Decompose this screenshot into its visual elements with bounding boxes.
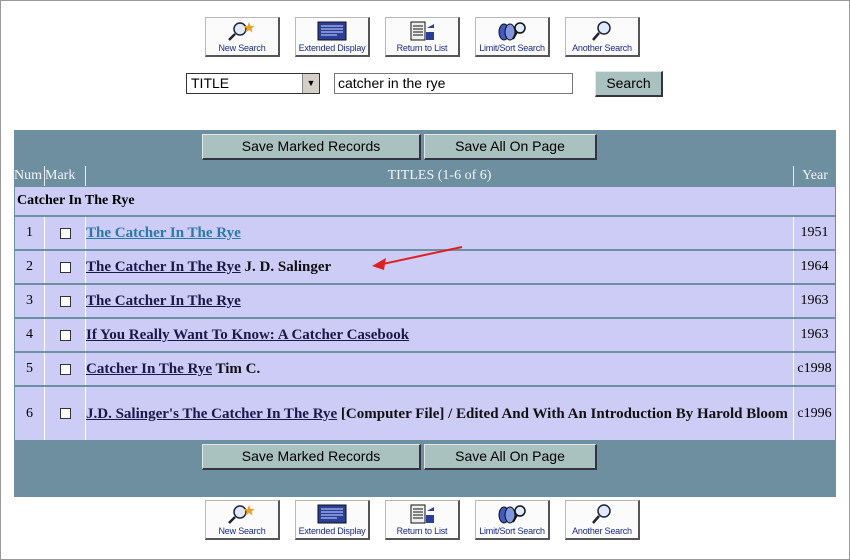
save-bar-bottom: Save Marked Records Save All On Page: [14, 442, 836, 472]
return-to-list-label: Return to List: [396, 526, 448, 536]
search-input[interactable]: catcher in the rye: [334, 73, 573, 94]
magnifier-sparkle-icon: [228, 505, 255, 524]
title-cell: The Catcher In The Rye J. D. Salinger: [86, 251, 793, 283]
display-icon: [317, 21, 347, 41]
save-marked-records-button[interactable]: Save Marked Records: [202, 134, 421, 160]
top-toolbar: New Search Extended Display Return to Li…: [205, 17, 645, 57]
row-number: 3: [26, 293, 33, 308]
magnifier-sparkle-icon: [228, 22, 255, 41]
new-search-button[interactable]: New Search: [205, 17, 280, 57]
row-number: 2: [26, 259, 33, 274]
list-icon: [410, 504, 434, 524]
title-link[interactable]: The Catcher In The Rye: [86, 293, 241, 309]
another-search-label: Another Search: [572, 43, 632, 53]
new-search-label: New Search: [218, 43, 266, 53]
magnifier-icon: [592, 21, 611, 41]
table-row: 6 J.D. Salinger's The Catcher In The Rye…: [15, 387, 835, 440]
mark-checkbox[interactable]: [59, 408, 71, 419]
title-link[interactable]: Catcher In The Rye: [86, 361, 212, 377]
return-to-list-button[interactable]: Return to List: [385, 500, 460, 540]
save-all-on-page-button[interactable]: Save All On Page: [424, 134, 597, 160]
mark-column-header: Mark: [45, 168, 76, 183]
new-search-button[interactable]: New Search: [205, 500, 280, 540]
bottom-toolbar: New Search Extended Display Return to Li…: [205, 500, 645, 540]
list-icon: [410, 21, 434, 41]
limit-sort-search-label: Limit/Sort Search: [479, 43, 545, 53]
mark-checkbox-cell: [45, 387, 85, 440]
group-heading: Catcher In The Rye: [15, 187, 835, 215]
display-icon: [317, 504, 347, 524]
year-cell: c1998: [797, 361, 832, 376]
another-search-label: Another Search: [572, 526, 632, 536]
year-cell: 1964: [800, 259, 829, 274]
search-field-value: TITLE: [191, 75, 230, 91]
new-search-label: New Search: [218, 526, 266, 536]
extended-display-button[interactable]: Extended Display: [295, 500, 370, 540]
limit-sort-search-label: Limit/Sort Search: [479, 526, 545, 536]
title-link[interactable]: If You Really Want To Know: A Catcher Ca…: [86, 327, 409, 343]
mark-checkbox-cell: [45, 251, 85, 283]
num-column-header: Num: [14, 168, 42, 183]
search-button[interactable]: Search: [595, 71, 663, 97]
mark-checkbox-cell: [45, 285, 85, 317]
title-cell: Catcher In The Rye Tim C.: [86, 353, 793, 385]
save-bar-top: Save Marked Records Save All On Page: [14, 132, 836, 162]
year-cell: 1963: [800, 293, 829, 308]
title-cell: The Catcher In The Rye: [86, 217, 793, 249]
mark-checkbox-cell: [45, 319, 85, 351]
year-cell: 1963: [800, 327, 829, 342]
magnifier-icon: [592, 504, 611, 524]
table-row: 3 The Catcher In The Rye 1963: [15, 285, 835, 317]
another-search-button[interactable]: Another Search: [565, 500, 640, 540]
row-number: 4: [26, 327, 33, 342]
limit-sort-icon: [498, 505, 526, 524]
save-all-on-page-button[interactable]: Save All On Page: [424, 444, 597, 470]
another-search-button[interactable]: Another Search: [565, 17, 640, 57]
title-cell: If You Really Want To Know: A Catcher Ca…: [86, 319, 793, 351]
table-row: 2 The Catcher In The Rye J. D. Salinger …: [15, 251, 835, 283]
table-row: 4 If You Really Want To Know: A Catcher …: [15, 319, 835, 351]
table-row: 5 Catcher In The Rye Tim C. c1998: [15, 353, 835, 385]
titles-column-header: TITLES (1-6 of 6): [387, 168, 492, 183]
extended-display-label: Extended Display: [298, 526, 366, 536]
title-cell: J.D. Salinger's The Catcher In The Rye […: [86, 387, 793, 440]
mark-checkbox[interactable]: [59, 295, 71, 307]
return-to-list-label: Return to List: [396, 43, 448, 53]
mark-checkbox[interactable]: [59, 329, 71, 341]
results-table: Save Marked Records Save All On Page Num…: [14, 130, 836, 497]
table-header: Num Mark TITLES (1-6 of 6) Year: [14, 166, 836, 186]
save-marked-records-button[interactable]: Save Marked Records: [202, 444, 421, 470]
limit-sort-search-button[interactable]: Limit/Sort Search: [475, 500, 550, 540]
title-link[interactable]: The Catcher In The Rye: [86, 225, 241, 241]
search-field-select[interactable]: TITLE ▼: [186, 73, 320, 94]
title-link[interactable]: J.D. Salinger's The Catcher In The Rye: [86, 406, 337, 422]
title-cell: The Catcher In The Rye: [86, 285, 793, 317]
mark-checkbox[interactable]: [59, 363, 71, 375]
mark-checkbox-cell: [45, 353, 85, 385]
title-extra: Tim C.: [212, 361, 261, 377]
year-column-header: Year: [802, 168, 828, 183]
year-cell: 1951: [800, 225, 829, 240]
mark-checkbox[interactable]: [59, 227, 71, 239]
limit-sort-search-button[interactable]: Limit/Sort Search: [475, 17, 550, 57]
extended-display-button[interactable]: Extended Display: [295, 17, 370, 57]
chevron-down-icon[interactable]: ▼: [302, 74, 319, 93]
limit-sort-icon: [498, 22, 526, 41]
year-cell: c1996: [797, 405, 832, 421]
title-link[interactable]: The Catcher In The Rye: [86, 259, 241, 275]
search-form: TITLE ▼ catcher in the rye Search: [185, 71, 665, 99]
row-number: 5: [26, 361, 33, 376]
title-extra: [Computer File] / Edited And With An Int…: [337, 405, 788, 422]
row-number: 6: [26, 405, 33, 421]
mark-checkbox[interactable]: [59, 261, 71, 273]
table-row: 1 The Catcher In The Rye 1951: [15, 217, 835, 249]
return-to-list-button[interactable]: Return to List: [385, 17, 460, 57]
title-extra: J. D. Salinger: [240, 259, 332, 275]
mark-checkbox-cell: [45, 217, 85, 249]
extended-display-label: Extended Display: [298, 43, 366, 53]
row-number: 1: [26, 225, 33, 240]
